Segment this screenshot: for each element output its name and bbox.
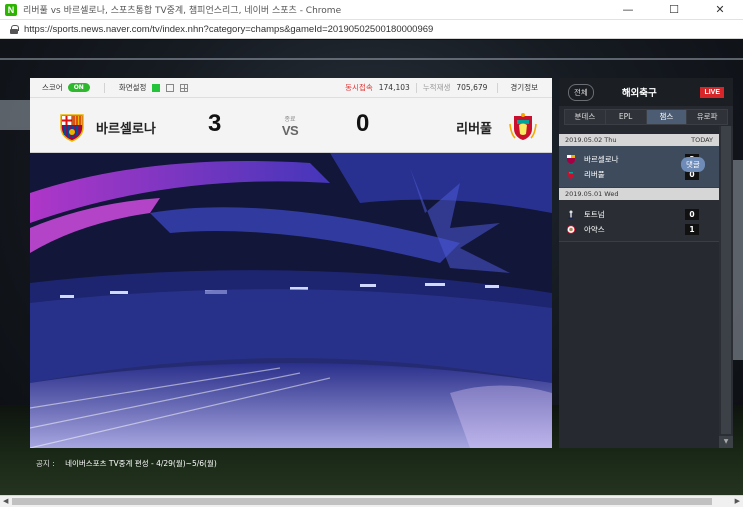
barcelona-crest-icon — [567, 154, 575, 164]
live-badge[interactable]: LIVE — [700, 86, 724, 98]
game-info-button[interactable]: 경기정보 — [510, 82, 538, 93]
naver-favicon-icon: N — [5, 3, 17, 16]
divider — [415, 82, 417, 93]
window-title: 리버풀 vs 바르셀로나, 스포츠통합 TV중계, 챔피언스리그, 네이버 스포… — [23, 6, 342, 16]
divider — [103, 82, 105, 93]
date-label: 2019.05.02 Thu — [565, 136, 617, 144]
league-tabs: 분데스 EPL 챔스 유로파 — [564, 109, 728, 125]
match-item[interactable]: 토트넘 0 아약스 1 — [559, 200, 719, 242]
score-toggle[interactable]: 스코어 ON — [42, 82, 90, 93]
address-bar[interactable]: https://sports.news.naver.com/tv/index.n… — [0, 20, 743, 39]
away-team: 리버풀 — [456, 112, 538, 142]
match-away-name: 아약스 — [584, 224, 605, 234]
home-score: 3 — [208, 110, 222, 137]
sidebar-title: 해외축구 — [621, 88, 657, 99]
scoreboard: 스코어 ON 화면설정 동시접속 174,103 누적재생 705,679 경기… — [30, 78, 552, 153]
cumulative-label: 누적재생 — [422, 83, 451, 92]
scoreboard-toolbar: 스코어 ON 화면설정 동시접속 174,103 누적재생 705,679 경기… — [30, 78, 552, 98]
all-sports-button[interactable]: 전체 — [568, 83, 594, 101]
score-on-switch[interactable]: ON — [67, 83, 90, 92]
barcelona-crest-icon — [60, 114, 84, 142]
layout-grid-icon[interactable] — [180, 83, 189, 92]
match-sidebar: 전체 해외축구 LIVE 분데스 EPL 챔스 유로파 2019.05.02 T… — [559, 78, 733, 448]
date-label: 2019.05.01 Wed — [565, 190, 619, 198]
concurrent-value: 174,103 — [378, 83, 410, 92]
comment-button[interactable]: 댓글 — [681, 157, 705, 172]
layout-single-icon[interactable] — [152, 83, 161, 92]
scrollbar-thumb[interactable] — [721, 126, 731, 434]
home-team-name: 바르셀로나 — [96, 121, 156, 137]
match-item[interactable]: 바르셀로나 3 리버풀 0 댓글 — [559, 146, 719, 188]
match-home-score: 0 — [685, 208, 699, 220]
tab-champions-league[interactable]: 챔스 — [646, 110, 688, 124]
browser-title-bar: N 리버풀 vs 바르셀로나, 스포츠통합 TV중계, 챔피언스리그, 네이버 … — [0, 0, 743, 20]
ajax-crest-icon — [567, 224, 575, 234]
scrollbar-thumb[interactable] — [12, 498, 712, 505]
minimize-button[interactable]: — — [605, 0, 651, 20]
home-team: 바르셀로나 — [57, 112, 156, 142]
match-status: 종료 VS — [277, 114, 303, 138]
tab-epl[interactable]: EPL — [605, 110, 647, 124]
video-frame[interactable] — [30, 153, 552, 448]
scroll-down-icon[interactable]: ▼ — [719, 436, 733, 448]
match-away-row: 아약스 1 — [567, 223, 699, 235]
match-home-name: 토트넘 — [584, 209, 605, 219]
liverpool-crest-icon — [568, 170, 574, 179]
score-label: 스코어 — [42, 83, 63, 92]
viewer-stats: 동시접속 174,103 누적재생 705,679 경기정보 — [345, 82, 552, 93]
match-away-score: 1 — [685, 223, 699, 235]
scroll-right-icon[interactable]: ▶ — [735, 497, 740, 505]
view-settings-label: 화면설정 — [118, 83, 147, 92]
maximize-button[interactable]: ☐ — [651, 0, 697, 20]
away-score: 0 — [356, 110, 370, 137]
notice-bar: 공지 : 네이버스포츠 TV중계 편성 - 4/29(월)~5/6(월) — [36, 458, 217, 469]
today-label: TODAY — [691, 136, 713, 144]
divider — [497, 82, 499, 93]
away-team-name: 리버풀 — [456, 121, 492, 137]
lock-icon — [10, 25, 19, 34]
date-header: 2019.05.02 Thu TODAY — [559, 134, 719, 146]
match-away-row: 리버풀 0 — [567, 168, 699, 180]
tab-europa[interactable]: 유로파 — [687, 110, 727, 124]
video-player: 스코어 ON 화면설정 동시접속 174,103 누적재생 705,679 경기… — [30, 78, 552, 448]
horizontal-scrollbar[interactable]: ◀ ▶ — [0, 495, 743, 507]
date-header: 2019.05.01 Wed — [559, 188, 719, 200]
sidebar-scrollbar[interactable]: ▼ — [719, 126, 733, 448]
layout-pip-icon[interactable] — [166, 83, 175, 92]
tab-bundesliga[interactable]: 분데스 — [565, 110, 606, 124]
tottenham-crest-icon — [568, 210, 574, 219]
notice-label: 공지 : — [36, 459, 55, 468]
close-button[interactable]: ✕ — [697, 0, 743, 20]
concurrent-label: 동시접속 — [345, 83, 373, 92]
notice-link[interactable]: 네이버스포츠 TV중계 편성 - 4/29(월)~5/6(월) — [65, 459, 217, 468]
match-home-row: 토트넘 0 — [567, 208, 699, 220]
status-label: 종료 — [284, 116, 296, 123]
stadium-video-image — [30, 153, 552, 448]
match-away-name: 리버풀 — [584, 169, 605, 179]
match-home-name: 바르셀로나 — [584, 154, 619, 164]
sidebar-header: 전체 해외축구 LIVE — [559, 78, 733, 106]
scroll-left-icon[interactable]: ◀ — [3, 497, 8, 505]
vs-label: VS — [281, 123, 299, 138]
url-text[interactable]: https://sports.news.naver.com/tv/index.n… — [24, 24, 433, 35]
cumulative-value: 705,679 — [456, 83, 488, 92]
match-home-row: 바르셀로나 3 — [567, 153, 699, 165]
liverpool-crest-icon — [509, 113, 537, 140]
